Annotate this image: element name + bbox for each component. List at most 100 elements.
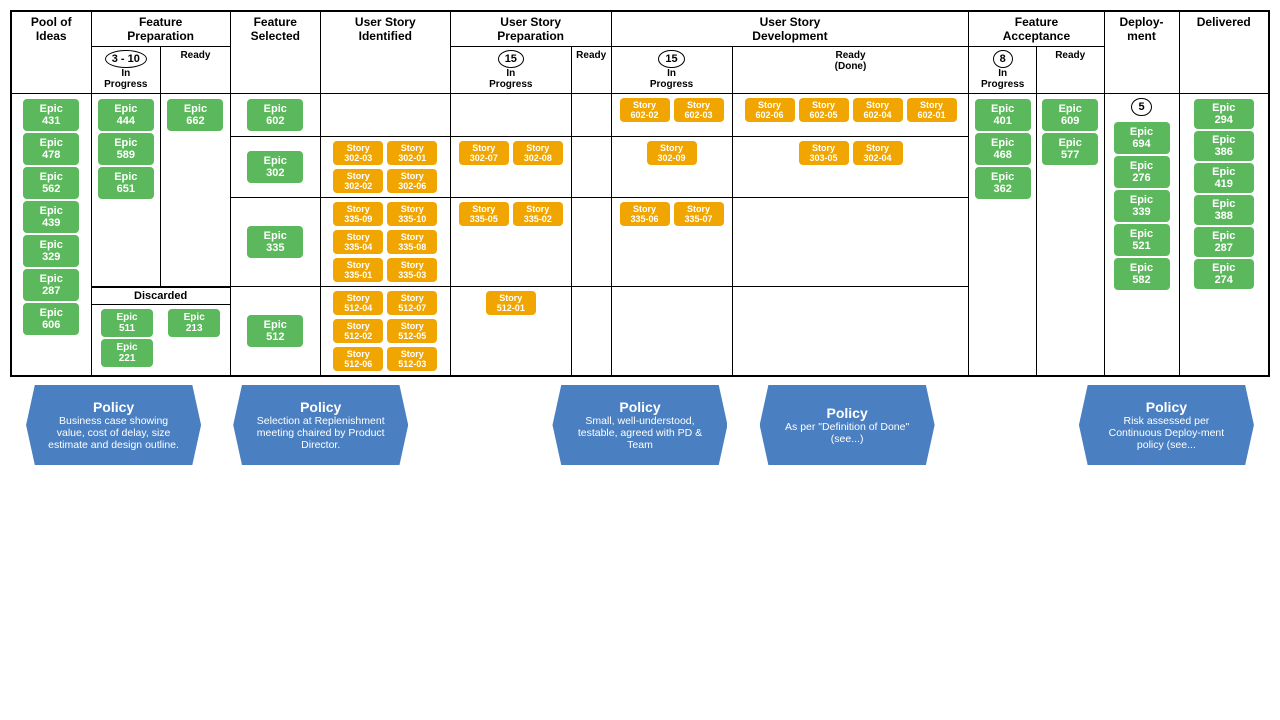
epic-589[interactable]: Epic589 xyxy=(98,133,154,165)
epic-582[interactable]: Epic582 xyxy=(1114,258,1170,290)
story-512-06[interactable]: Story512-06 xyxy=(333,347,383,371)
epic-512-sel[interactable]: Epic512 xyxy=(247,315,303,347)
us-prep-r-512 xyxy=(571,287,611,377)
epic-609[interactable]: Epic609 xyxy=(1042,99,1098,131)
story-335-10[interactable]: Story335-10 xyxy=(387,202,437,226)
policy-us-dev-text: As per "Definition of Done" (see...) xyxy=(780,421,915,445)
us-id-335: Story335-09 Story335-10 Story335-04 Stor… xyxy=(320,198,450,287)
story-602-04[interactable]: Story602-04 xyxy=(853,98,903,122)
epic-521[interactable]: Epic521 xyxy=(1114,224,1170,256)
policy-feat-prep-title: Policy xyxy=(93,399,134,415)
epic-335-sel[interactable]: Epic335 xyxy=(247,226,303,258)
us-dev-rd-512 xyxy=(732,287,969,377)
feat-prep-discarded-section: Discarded Epic511 Epic221 Epic213 xyxy=(91,287,230,377)
story-602-06[interactable]: Story602-06 xyxy=(745,98,795,122)
story-302-04[interactable]: Story302-04 xyxy=(853,141,903,165)
epic-468[interactable]: Epic468 xyxy=(975,133,1031,165)
story-512-01[interactable]: Story512-01 xyxy=(486,291,536,315)
story-512-05[interactable]: Story512-05 xyxy=(387,319,437,343)
us-dev-ip-512 xyxy=(611,287,732,377)
epic-362[interactable]: Epic362 xyxy=(975,167,1031,199)
epic-662[interactable]: Epic662 xyxy=(167,99,223,131)
us-prep-r-335 xyxy=(571,198,611,287)
policy-us-dev: Policy As per "Definition of Done" (see.… xyxy=(760,385,935,465)
wip-feat-acc: 8 xyxy=(993,50,1013,68)
epic-651[interactable]: Epic651 xyxy=(98,167,154,199)
story-602-01[interactable]: Story602-01 xyxy=(907,98,957,122)
epic-419[interactable]: Epic419 xyxy=(1194,163,1254,193)
feat-sel-335: Epic335 xyxy=(230,198,320,287)
story-512-03[interactable]: Story512-03 xyxy=(387,347,437,371)
epic-388[interactable]: Epic388 xyxy=(1194,195,1254,225)
story-335-06[interactable]: Story335-06 xyxy=(620,202,670,226)
epic-602-sel[interactable]: Epic602 xyxy=(247,99,303,131)
delivered-data: Epic294 Epic386 Epic419 Epic388 Epic287 … xyxy=(1179,94,1269,377)
story-302-02[interactable]: Story302-02 xyxy=(333,169,383,193)
policy-deploy-title: Policy xyxy=(1146,399,1187,415)
epic-213[interactable]: Epic213 xyxy=(168,309,220,337)
sub-feat-acc-inprog: 8 InProgress xyxy=(969,47,1037,94)
story-302-06[interactable]: Story302-06 xyxy=(387,169,437,193)
epic-606[interactable]: Epic606 xyxy=(23,303,79,335)
policy-feat-prep: Policy Business case showing value, cost… xyxy=(26,385,201,465)
epic-401[interactable]: Epic401 xyxy=(975,99,1031,131)
us-prep-ip-335: Story335-05 Story335-02 xyxy=(450,198,571,287)
story-303-05[interactable]: Story303-05 xyxy=(799,141,849,165)
epic-276[interactable]: Epic276 xyxy=(1114,156,1170,188)
story-602-02[interactable]: Story602-02 xyxy=(620,98,670,122)
sub-feat-prep-ready: Ready xyxy=(161,47,231,94)
story-335-03[interactable]: Story335-03 xyxy=(387,258,437,282)
story-335-09[interactable]: Story335-09 xyxy=(333,202,383,226)
story-335-04[interactable]: Story335-04 xyxy=(333,230,383,254)
epic-439[interactable]: Epic439 xyxy=(23,201,79,233)
epic-478[interactable]: Epic478 xyxy=(23,133,79,165)
epic-511[interactable]: Epic511 xyxy=(101,309,153,337)
policy-deploy-text: Risk assessed per Continuous Deploy-ment… xyxy=(1099,415,1234,451)
story-302-03[interactable]: Story302-03 xyxy=(333,141,383,165)
policy-deploy: Policy Risk assessed per Continuous Depl… xyxy=(1079,385,1254,465)
story-302-07[interactable]: Story302-07 xyxy=(459,141,509,165)
wip-feat-prep: 3 - 10 xyxy=(105,50,147,68)
feat-sel-302: Epic302 xyxy=(230,137,320,198)
epic-339[interactable]: Epic339 xyxy=(1114,190,1170,222)
story-602-05[interactable]: Story602-05 xyxy=(799,98,849,122)
us-prep-r-602 xyxy=(571,94,611,137)
us-dev-rd-302: Story303-05 Story302-04 xyxy=(732,137,969,198)
story-602-03[interactable]: Story602-03 xyxy=(674,98,724,122)
epic-329[interactable]: Epic329 xyxy=(23,235,79,267)
epic-577[interactable]: Epic577 xyxy=(1042,133,1098,165)
story-335-08[interactable]: Story335-08 xyxy=(387,230,437,254)
epic-386[interactable]: Epic386 xyxy=(1194,131,1254,161)
us-prep-ip-302: Story302-07 Story302-08 xyxy=(450,137,571,198)
wip-us-prep: 15 xyxy=(498,50,524,68)
story-335-02[interactable]: Story335-02 xyxy=(513,202,563,226)
us-dev-rd-335 xyxy=(732,198,969,287)
story-302-09[interactable]: Story302-09 xyxy=(647,141,697,165)
epic-221[interactable]: Epic221 xyxy=(101,339,153,367)
epic-562[interactable]: Epic562 xyxy=(23,167,79,199)
sub-us-prep-inprog: 15 InProgress xyxy=(450,47,571,94)
epic-274[interactable]: Epic274 xyxy=(1194,259,1254,289)
epic-444[interactable]: Epic444 xyxy=(98,99,154,131)
epic-694[interactable]: Epic694 xyxy=(1114,122,1170,154)
story-335-05[interactable]: Story335-05 xyxy=(459,202,509,226)
policy-container: Policy Business case showing value, cost… xyxy=(0,377,1280,465)
epic-294[interactable]: Epic294 xyxy=(1194,99,1254,129)
policy-feat-sel-title: Policy xyxy=(300,399,341,415)
epic-287[interactable]: Epic287 xyxy=(23,269,79,301)
us-id-512: Story512-04 Story512-07 Story512-02 Stor… xyxy=(320,287,450,377)
story-335-01[interactable]: Story335-01 xyxy=(333,258,383,282)
col-header-delivered: Delivered xyxy=(1179,11,1269,94)
us-id-302: Story302-03 Story302-01 Story302-02 Stor… xyxy=(320,137,450,198)
story-512-02[interactable]: Story512-02 xyxy=(333,319,383,343)
epic-431[interactable]: Epic431 xyxy=(23,99,79,131)
story-335-07[interactable]: Story335-07 xyxy=(674,202,724,226)
us-prep-r-302 xyxy=(571,137,611,198)
epic-287-d[interactable]: Epic287 xyxy=(1194,227,1254,257)
story-302-01[interactable]: Story302-01 xyxy=(387,141,437,165)
story-512-04[interactable]: Story512-04 xyxy=(333,291,383,315)
epic-302-sel[interactable]: Epic302 xyxy=(247,151,303,183)
story-512-07[interactable]: Story512-07 xyxy=(387,291,437,315)
story-302-08[interactable]: Story302-08 xyxy=(513,141,563,165)
us-prep-ip-512: Story512-01 xyxy=(450,287,571,377)
